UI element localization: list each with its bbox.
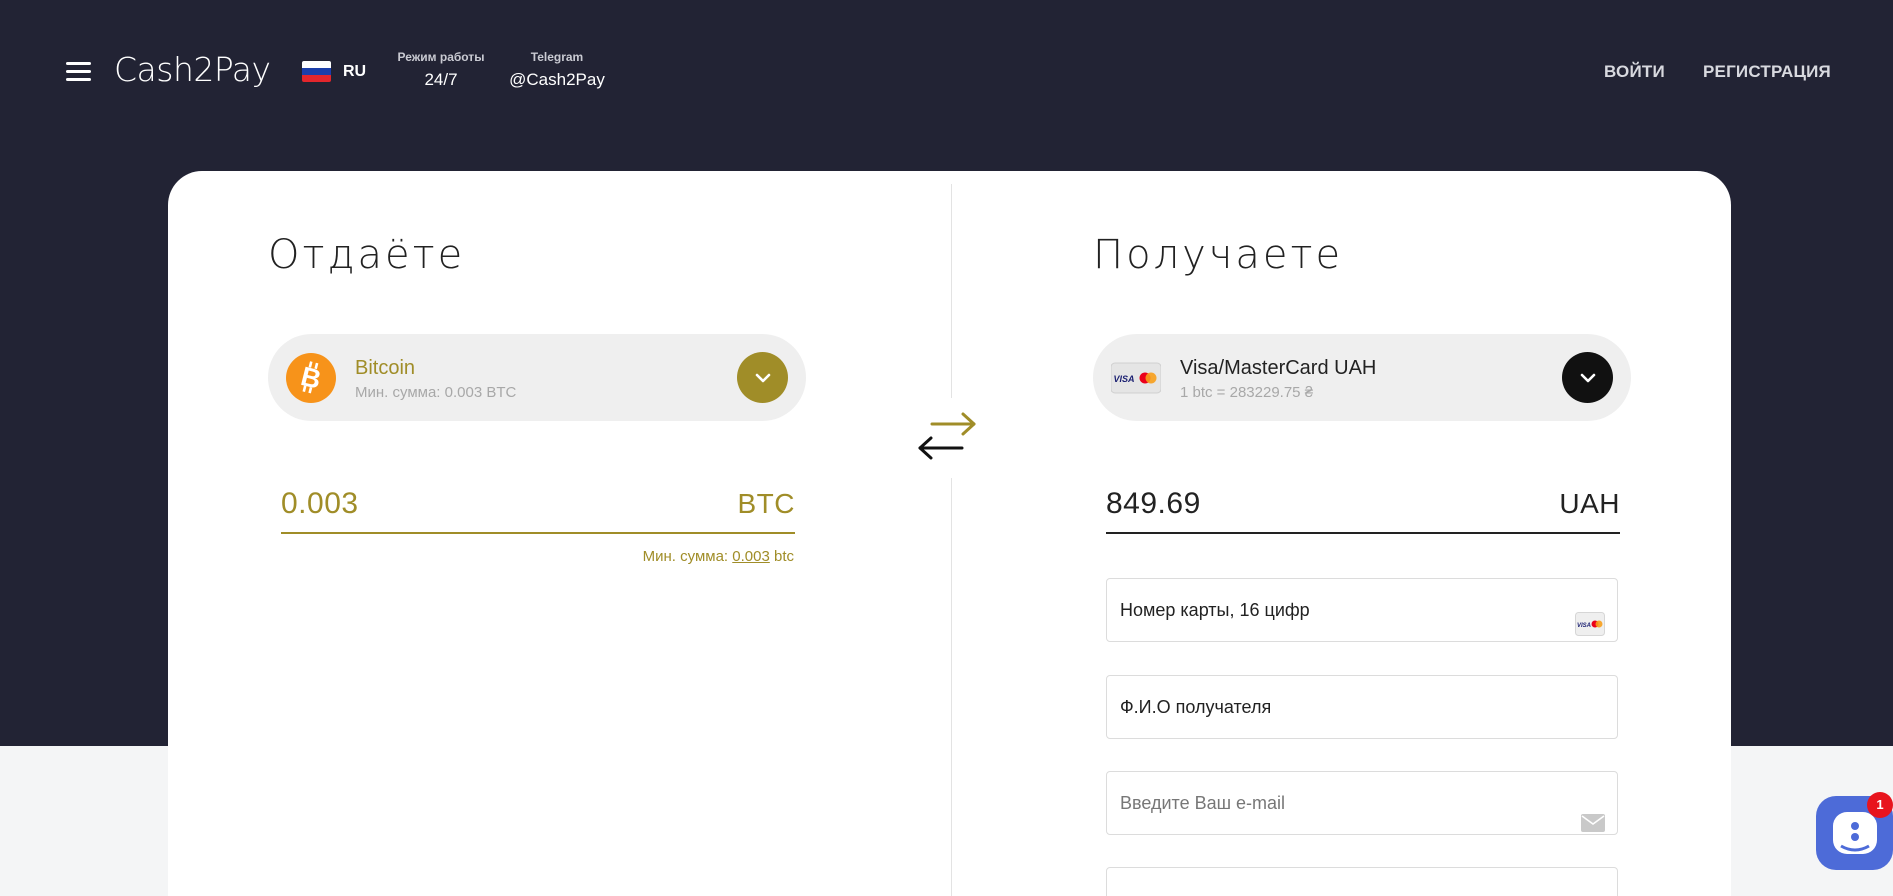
get-title: Получаете (1093, 232, 1344, 278)
schedule-value: 24/7 (424, 70, 458, 89)
visa-mastercard-icon: VISA (1110, 353, 1162, 403)
column-divider (951, 184, 952, 896)
card-number-input[interactable]: Номер карты, 16 цифр VISA (1106, 578, 1618, 642)
min-note-prefix: Мин. сумма: (642, 548, 733, 565)
chevron-down-icon[interactable] (737, 352, 788, 403)
mail-icon (1581, 795, 1605, 857)
give-currency-name: Bitcoin (355, 357, 416, 379)
give-currency-min: Мин. сумма: 0.003 BTC (355, 384, 517, 401)
min-note-value-link[interactable]: 0.003 (732, 548, 770, 565)
get-exchange-rate: 1 btc = 283229.75 ₴ (1180, 384, 1314, 401)
ru-flag-icon (302, 61, 331, 82)
get-amount-value[interactable]: 849.69 (1106, 487, 1201, 521)
logo[interactable]: Cash2Pay (114, 50, 271, 89)
svg-text:VISA: VISA (1113, 374, 1134, 384)
chevron-down-icon[interactable] (1562, 352, 1613, 403)
recipient-name-label: Ф.И.О получателя (1120, 697, 1272, 717)
give-min-note: Мин. сумма: 0.003 btc (612, 548, 794, 565)
language-selector[interactable]: RU (302, 61, 366, 82)
get-currency-selector[interactable]: VISA Visa/MasterCard UAH 1 btc = 283229.… (1093, 334, 1631, 421)
next-input-field[interactable] (1106, 867, 1618, 896)
get-currency-name: Visa/MasterCard UAH (1180, 357, 1377, 379)
language-label: RU (343, 62, 367, 80)
card-number-label: Номер карты, 16 цифр (1120, 600, 1310, 620)
chat-icon (1833, 812, 1877, 854)
schedule-info: Режим работы 24/7 (396, 50, 486, 90)
give-title: Отдаёте (268, 232, 466, 278)
email-placeholder: Введите Ваш e-mail (1120, 793, 1286, 813)
chat-notification-badge: 1 (1867, 792, 1893, 818)
site-header: Cash2Pay RU Режим работы 24/7 Telegram @… (0, 0, 1893, 142)
give-amount-value[interactable]: 0.003 (281, 487, 359, 521)
swap-button[interactable] (906, 398, 986, 478)
telegram-info: Telegram @Cash2Pay (506, 50, 608, 90)
menu-icon[interactable] (66, 62, 91, 81)
give-currency-selector[interactable]: B Bitcoin Мин. сумма: 0.003 BTC (268, 334, 806, 421)
give-amount-field[interactable]: 0.003 BTC (281, 476, 795, 534)
get-amount-unit: UAH (1559, 488, 1620, 519)
visa-mastercard-icon: VISA (1575, 599, 1605, 661)
telegram-caption: Telegram (530, 50, 584, 64)
login-link[interactable]: ВОЙТИ (1604, 62, 1665, 82)
recipient-name-input[interactable]: Ф.И.О получателя (1106, 675, 1618, 739)
register-link[interactable]: РЕГИСТРАЦИЯ (1703, 62, 1831, 82)
email-input[interactable]: Введите Ваш e-mail (1106, 771, 1618, 835)
telegram-link[interactable]: @Cash2Pay (506, 70, 608, 90)
bitcoin-icon: B (286, 353, 336, 403)
get-amount-field[interactable]: 849.69 UAH (1106, 476, 1620, 534)
give-amount-unit: BTC (737, 488, 795, 519)
svg-text:VISA: VISA (1577, 623, 1591, 629)
min-note-suffix: btc (769, 548, 794, 565)
schedule-caption: Режим работы (397, 50, 485, 64)
swap-arrows-icon (918, 412, 976, 460)
